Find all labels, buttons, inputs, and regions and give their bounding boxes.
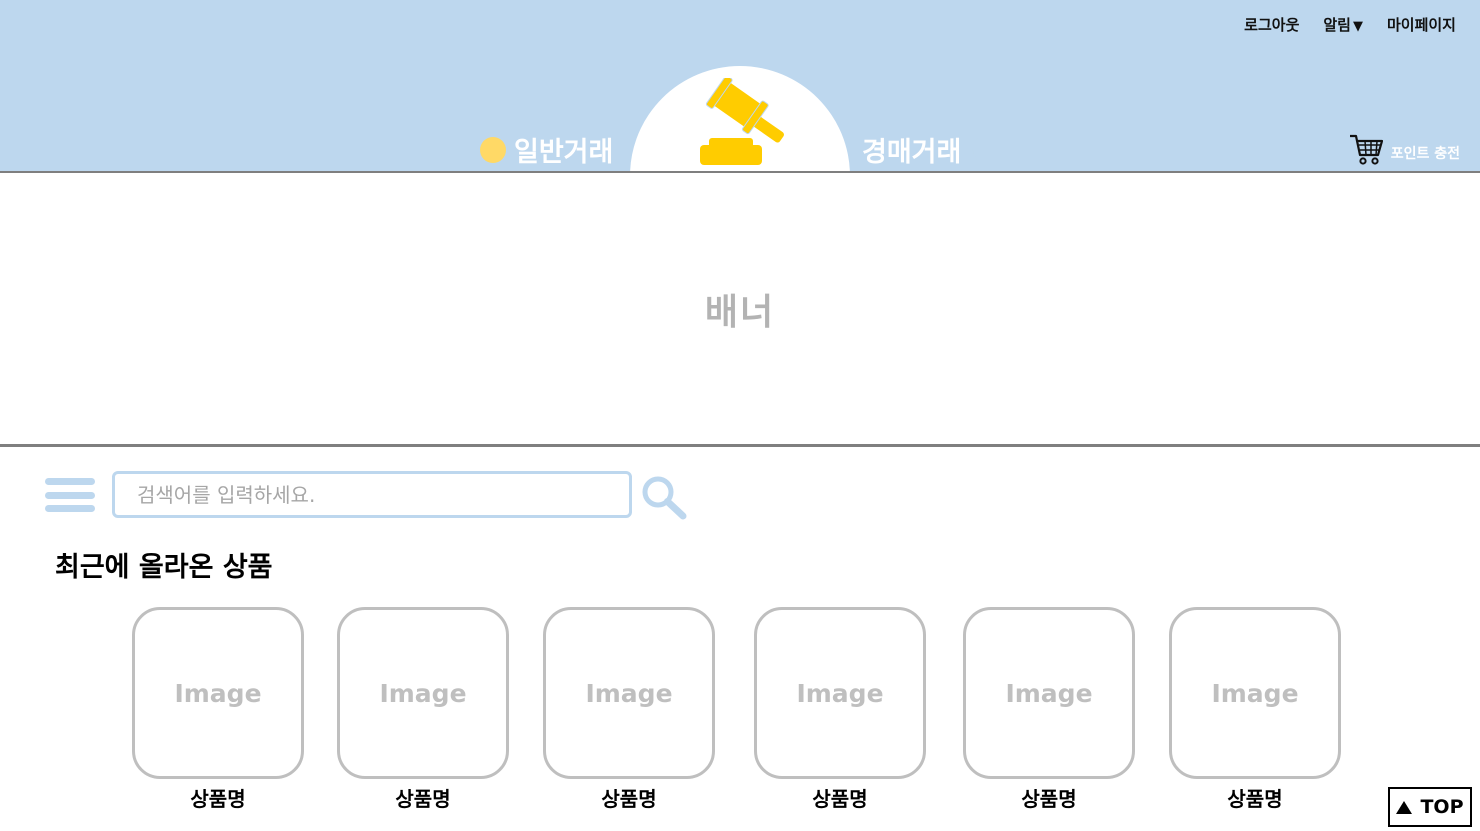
product-name[interactable]: 상품명 <box>754 783 926 812</box>
recent-products-title: 최근에 올라온 상품 <box>55 552 273 583</box>
nav-auction-trade-label: 경매거래 <box>862 137 962 168</box>
top-links: 로그아웃 알림 ▼ 마이페이지 <box>1244 14 1456 35</box>
product-image[interactable]: Image <box>337 607 509 779</box>
mypage-link[interactable]: 마이페이지 <box>1387 14 1456 35</box>
product-image[interactable]: Image <box>543 607 715 779</box>
alarm-label: 알림 <box>1323 16 1351 34</box>
hamburger-menu-icon[interactable] <box>45 478 95 512</box>
menu-bar <box>45 478 95 485</box>
image-placeholder-label: Image <box>796 678 884 708</box>
page: 로그아웃 알림 ▼ 마이페이지 일반거래 경매거래 포인트 충전 배너 검색어를… <box>0 0 1480 831</box>
product-card[interactable]: Image 상품명 <box>1169 607 1341 812</box>
banner-text: 배너 <box>704 291 776 333</box>
header: 로그아웃 알림 ▼ 마이페이지 일반거래 경매거래 포인트 충전 <box>0 0 1480 173</box>
nav-general-trade-label: 일반거래 <box>514 137 614 168</box>
product-card[interactable]: Image 상품명 <box>543 607 715 812</box>
product-card[interactable]: Image 상품명 <box>963 607 1135 812</box>
product-image[interactable]: Image <box>963 607 1135 779</box>
product-name[interactable]: 상품명 <box>132 783 304 812</box>
alarm-menu[interactable]: 알림 ▼ <box>1323 14 1363 35</box>
nav-general-trade[interactable]: 일반거래 <box>480 130 613 169</box>
sun-icon <box>480 136 506 163</box>
product-name[interactable]: 상품명 <box>543 783 715 812</box>
image-placeholder-label: Image <box>585 678 673 708</box>
moon-icon <box>973 135 992 164</box>
product-name[interactable]: 상품명 <box>1169 783 1341 812</box>
point-charge-button[interactable]: 포인트 충전 <box>1349 133 1460 165</box>
chevron-down-icon: ▼ <box>1352 19 1363 34</box>
product-image[interactable]: Image <box>1169 607 1341 779</box>
product-image[interactable]: Image <box>132 607 304 779</box>
scroll-top-label: TOP <box>1420 796 1464 818</box>
cart-icon <box>1349 134 1383 165</box>
search-icon[interactable] <box>640 474 688 520</box>
nav-auction-trade[interactable]: 경매거래 <box>862 130 993 169</box>
image-placeholder-label: Image <box>1211 678 1299 708</box>
search-input[interactable] <box>112 471 632 518</box>
product-name[interactable]: 상품명 <box>337 783 509 812</box>
gavel-logo[interactable] <box>695 78 790 168</box>
image-placeholder-label: Image <box>174 678 262 708</box>
banner[interactable]: 배너 <box>0 173 1480 447</box>
menu-bar <box>45 491 95 499</box>
scroll-top-button[interactable]: TOP <box>1388 787 1472 827</box>
logout-link[interactable]: 로그아웃 <box>1244 14 1299 35</box>
product-card[interactable]: Image 상품명 <box>754 607 926 812</box>
product-card[interactable]: Image 상품명 <box>132 607 304 812</box>
menu-bar <box>45 505 95 512</box>
image-placeholder-label: Image <box>1005 678 1093 708</box>
image-placeholder-label: Image <box>379 678 467 708</box>
product-card[interactable]: Image 상품명 <box>337 607 509 812</box>
point-charge-label: 포인트 충전 <box>1390 146 1460 162</box>
product-name[interactable]: 상품명 <box>963 783 1135 812</box>
arrow-up-icon <box>1396 800 1413 814</box>
product-image[interactable]: Image <box>754 607 926 779</box>
